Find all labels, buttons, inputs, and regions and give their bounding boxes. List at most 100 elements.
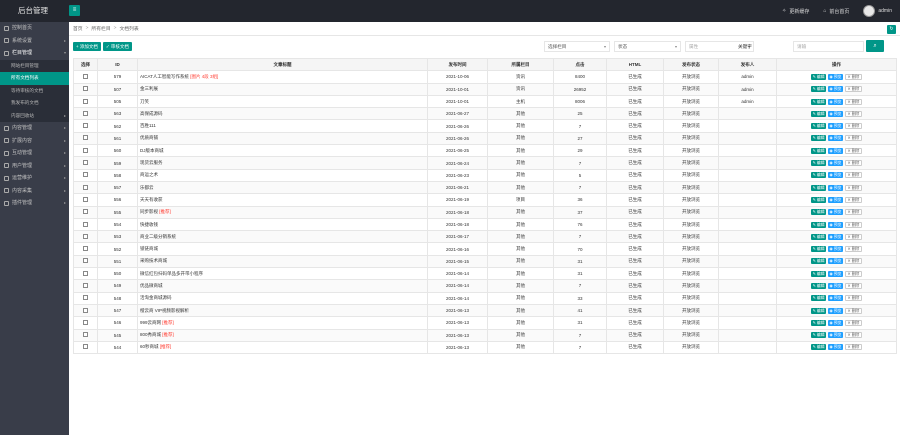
preview-button[interactable]: ◉ 预览 xyxy=(828,282,843,289)
edit-button[interactable]: ✎ 编辑 xyxy=(811,258,827,265)
preview-button[interactable]: ◉ 预览 xyxy=(828,221,843,228)
preview-button[interactable]: ◉ 预览 xyxy=(828,196,843,203)
row-checkbox[interactable] xyxy=(83,209,88,215)
edit-button[interactable]: ✎ 编辑 xyxy=(811,110,827,117)
delete-button[interactable]: ✕ 删除 xyxy=(844,246,862,253)
row-title[interactable]: 同步影视 xyxy=(140,209,158,214)
row-title[interactable]: 现货云服务 xyxy=(140,160,163,165)
row-title[interactable]: 天天有收获 xyxy=(140,197,163,202)
sidebar-item-columns[interactable]: 栏目管理 ▾ xyxy=(0,47,69,60)
edit-button[interactable]: ✎ 编辑 xyxy=(811,196,827,203)
preview-button[interactable]: ◉ 预览 xyxy=(828,270,843,277)
row-checkbox[interactable] xyxy=(83,221,88,227)
row-checkbox[interactable] xyxy=(83,110,88,116)
row-checkbox[interactable] xyxy=(83,123,88,129)
frontend-home-link[interactable]: ⌂ 前台首页 xyxy=(823,8,849,15)
preview-button[interactable]: ◉ 预览 xyxy=(828,172,843,179)
row-title[interactable]: 刀笑 xyxy=(140,99,149,104)
edit-button[interactable]: ✎ 编辑 xyxy=(811,233,827,240)
row-title[interactable]: 采购技术商城 xyxy=(140,258,167,263)
sidebar-item-settings[interactable]: 系统设置 ▸ xyxy=(0,35,69,48)
sidebar-item-collect[interactable]: 内容采集 ▸ xyxy=(0,185,69,198)
delete-button[interactable]: ✕ 删除 xyxy=(844,123,862,130)
sidebar-item-home[interactable]: 控制首页 xyxy=(0,22,69,35)
sidebar-sub-my-docs[interactable]: 我发布的文档 xyxy=(0,97,69,110)
sidebar-sub-all-docs[interactable]: 所有文档列表 xyxy=(0,72,69,85)
delete-button[interactable]: ✕ 删除 xyxy=(844,135,862,142)
preview-button[interactable]: ◉ 预览 xyxy=(828,160,843,167)
row-title[interactable]: 活淘金商城源码 xyxy=(140,295,172,300)
delete-button[interactable]: ✕ 删除 xyxy=(844,319,862,326)
preview-button[interactable]: ◉ 预览 xyxy=(828,295,843,302)
preview-button[interactable]: ◉ 预览 xyxy=(828,86,843,93)
row-title[interactable]: 优品微商城 xyxy=(140,283,163,288)
preview-button[interactable]: ◉ 预览 xyxy=(828,344,843,351)
row-checkbox[interactable] xyxy=(83,73,88,79)
row-checkbox[interactable] xyxy=(83,258,88,264)
row-title[interactable]: 999云商网 xyxy=(140,320,161,325)
preview-button[interactable]: ◉ 预览 xyxy=(828,319,843,326)
delete-button[interactable]: ✕ 删除 xyxy=(844,110,862,117)
delete-button[interactable]: ✕ 删除 xyxy=(844,172,862,179)
row-title[interactable]: 优质商铺 xyxy=(140,135,158,140)
row-checkbox[interactable] xyxy=(83,172,88,178)
sidebar-item-plugins[interactable]: 插件管理 ▸ xyxy=(0,197,69,210)
sidebar-sub-recycle[interactable]: 内容回收站 ▸ xyxy=(0,109,69,122)
row-checkbox[interactable] xyxy=(83,233,88,239)
preview-button[interactable]: ◉ 预览 xyxy=(828,110,843,117)
breadcrumb-columns[interactable]: 所有栏目 xyxy=(91,25,110,32)
edit-button[interactable]: ✎ 编辑 xyxy=(811,344,827,351)
edit-button[interactable]: ✎ 编辑 xyxy=(811,123,827,130)
preview-button[interactable]: ◉ 预览 xyxy=(828,332,843,339)
row-title[interactable]: 微信红包扫码单品多开带小程序 xyxy=(140,271,203,276)
edit-button[interactable]: ✎ 编辑 xyxy=(811,307,827,314)
row-checkbox[interactable] xyxy=(83,344,88,350)
row-checkbox[interactable] xyxy=(83,332,88,338)
edit-button[interactable]: ✎ 编辑 xyxy=(811,221,827,228)
preview-button[interactable]: ◉ 预览 xyxy=(828,147,843,154)
preview-button[interactable]: ◉ 预览 xyxy=(828,209,843,216)
delete-button[interactable]: ✕ 删除 xyxy=(844,196,862,203)
delete-button[interactable]: ✕ 删除 xyxy=(844,344,862,351)
user-menu[interactable]: admin xyxy=(863,5,892,17)
edit-button[interactable]: ✎ 编辑 xyxy=(811,98,827,105)
edit-button[interactable]: ✎ 编辑 xyxy=(811,209,827,216)
row-title[interactable]: 60秒商城 xyxy=(140,344,159,349)
edit-button[interactable]: ✎ 编辑 xyxy=(811,86,827,93)
delete-button[interactable]: ✕ 删除 xyxy=(844,147,862,154)
preview-button[interactable]: ◉ 预览 xyxy=(828,98,843,105)
row-checkbox[interactable] xyxy=(83,147,88,153)
delete-button[interactable]: ✕ 删除 xyxy=(844,209,862,216)
sidebar-item-users[interactable]: 用户管理 ▸ xyxy=(0,160,69,173)
row-title[interactable]: 商运之术 xyxy=(140,172,158,177)
menu-toggle-button[interactable]: ≡ xyxy=(69,5,80,16)
sidebar-sub-column-manage[interactable]: 网站栏目管理 xyxy=(0,59,69,72)
row-title[interactable]: AICAT人工智能写作系统 xyxy=(140,74,189,79)
edit-button[interactable]: ✎ 编辑 xyxy=(811,270,827,277)
clear-cache-link[interactable]: ✧ 更新缓存 xyxy=(782,8,809,15)
refresh-button[interactable]: ↻ xyxy=(887,25,896,34)
edit-button[interactable]: ✎ 编辑 xyxy=(811,73,827,80)
delete-button[interactable]: ✕ 删除 xyxy=(844,295,862,302)
row-checkbox[interactable] xyxy=(83,307,88,313)
row-checkbox[interactable] xyxy=(83,98,88,104)
edit-button[interactable]: ✎ 编辑 xyxy=(811,332,827,339)
row-checkbox[interactable] xyxy=(83,184,88,190)
preview-button[interactable]: ◉ 预览 xyxy=(828,258,843,265)
row-checkbox[interactable] xyxy=(83,319,88,325)
breadcrumb-home[interactable]: 首页 xyxy=(73,25,83,32)
row-title[interactable]: DJ版本商城 xyxy=(140,148,164,153)
row-checkbox[interactable] xyxy=(83,270,88,276)
keyword-input[interactable]: 请输 xyxy=(793,41,864,52)
row-title[interactable]: 百胜111 xyxy=(140,123,156,128)
add-document-button[interactable]: + 添加文档 xyxy=(73,42,101,51)
delete-button[interactable]: ✕ 删除 xyxy=(844,184,862,191)
delete-button[interactable]: ✕ 删除 xyxy=(844,282,862,289)
delete-button[interactable]: ✕ 删除 xyxy=(844,332,862,339)
row-title[interactable]: 商业二级分销系统 xyxy=(140,234,176,239)
row-checkbox[interactable] xyxy=(83,246,88,252)
delete-button[interactable]: ✕ 删除 xyxy=(844,258,862,265)
preview-button[interactable]: ◉ 预览 xyxy=(828,307,843,314)
row-checkbox[interactable] xyxy=(83,295,88,301)
row-title[interactable]: 乐都云 xyxy=(140,185,154,190)
